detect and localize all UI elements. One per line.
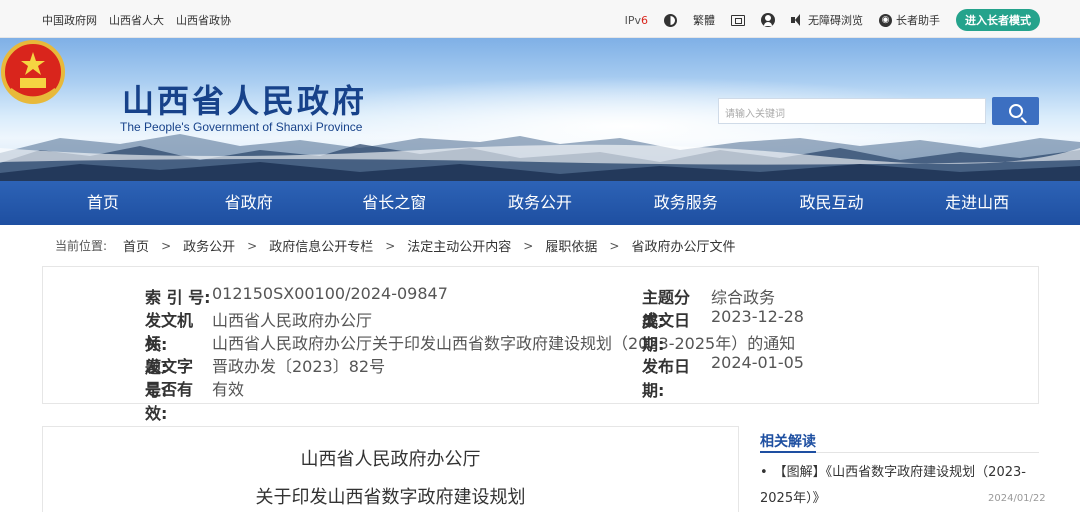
breadcrumb-item[interactable]: 首页 — [123, 236, 149, 255]
top-utility-bar: 中国政府网 山西省人大 山西省政协 IPv6 繁體 无障碍浏览 ◉ 长者助手 进… — [0, 0, 1080, 38]
accessibility-button[interactable]: 无障碍浏览 — [791, 12, 863, 28]
site-subtitle: The People's Government of Shanxi Provin… — [120, 120, 363, 134]
breadcrumb-separator: > — [523, 238, 534, 253]
ipv6-badge: IPv6 — [624, 13, 648, 27]
breadcrumb-item[interactable]: 履职依据 — [545, 236, 597, 255]
breadcrumb-separator: > — [385, 238, 396, 253]
topic-value: 综合政务 — [711, 288, 776, 307]
publish-date-value: 2024-01-05 — [711, 353, 804, 372]
link-gov-cn[interactable]: 中国政府网 — [42, 12, 97, 28]
validity-value: 有效 — [212, 380, 245, 399]
document-title-line2: 关于印发山西省数字政府建设规划 — [255, 487, 526, 508]
breadcrumb-separator: > — [247, 238, 258, 253]
site-title: 山西省人民政府 — [122, 82, 368, 120]
user-login-button[interactable] — [761, 13, 775, 27]
search-button[interactable] — [992, 97, 1039, 125]
breadcrumb-item[interactable]: 省政府办公厅文件 — [631, 236, 735, 255]
elder-mode-button[interactable]: 进入长者模式 — [956, 9, 1040, 31]
contrast-icon — [664, 13, 677, 27]
document-body: 山西省人民政府办公厅 关于印发山西省数字政府建设规划 — [42, 426, 739, 512]
related-item-title: 【图解】《山西省数字政府建设规划（2023-2025年）》 — [760, 465, 1026, 506]
nav-item-gov-services[interactable]: 政务服务 — [613, 181, 759, 225]
search-input[interactable]: 请输入关键词 — [718, 98, 986, 124]
breadcrumb-separator: > — [609, 238, 620, 253]
written-date-value: 2023-12-28 — [711, 307, 804, 326]
nav-item-home[interactable]: 首页 — [30, 181, 176, 225]
doc-number-value: 晋政办发〔2023〕82号 — [212, 357, 386, 376]
written-date-key: 成文日期: — [642, 311, 691, 354]
nav-item-provincial-gov[interactable]: 省政府 — [176, 181, 322, 225]
elder-helper-label: 长者助手 — [896, 14, 940, 27]
screen-mode-button[interactable] — [731, 14, 745, 26]
breadcrumb-item[interactable]: 政务公开 — [183, 236, 235, 255]
index-value: 012150SX00100/2024-09847 — [212, 284, 448, 303]
related-item-link[interactable]: • 【图解】《山西省数字政府建设规划（2023-2025年）》 — [760, 460, 1039, 512]
external-links: 中国政府网 山西省人大 山西省政协 — [42, 12, 231, 28]
document-title-line1: 山西省人民政府办公厅 — [300, 449, 481, 470]
related-divider — [760, 451, 1039, 453]
speaker-icon — [791, 14, 804, 26]
breadcrumb-item[interactable]: 政府信息公开专栏 — [269, 236, 373, 255]
search-icon — [1008, 104, 1023, 118]
validity-key: 是否有效: — [145, 380, 194, 423]
contrast-toggle[interactable] — [664, 13, 677, 27]
elder-helper-button[interactable]: ◉ 长者助手 — [879, 12, 940, 28]
link-npc-shanxi[interactable]: 山西省人大 — [109, 12, 164, 28]
breadcrumb-label: 当前位置: — [55, 239, 108, 253]
issuer-value: 山西省人民政府办公厅 — [212, 311, 373, 330]
breadcrumb-item[interactable]: 法定主动公开内容 — [407, 236, 511, 255]
nav-item-interaction[interactable]: 政民互动 — [759, 181, 905, 225]
nav-item-gov-affairs-open[interactable]: 政务公开 — [467, 181, 613, 225]
publish-date-key: 发布日期: — [642, 357, 691, 400]
user-icon — [761, 13, 775, 27]
document-metadata: 索 引 号: 012150SX00100/2024-09847 发文机关: 山西… — [42, 266, 1039, 423]
elder-icon: ◉ — [879, 13, 892, 27]
nav-item-governor[interactable]: 省长之窗 — [321, 181, 467, 225]
nav-item-about-shanxi[interactable]: 走进山西 — [904, 181, 1050, 225]
main-nav: 首页 省政府 省长之窗 政务公开 政务服务 政民互动 走进山西 — [0, 181, 1080, 225]
screen-icon — [731, 14, 745, 26]
toolbar: IPv6 繁體 无障碍浏览 ◉ 长者助手 进入长者模式 — [625, 9, 1040, 31]
related-heading: 相关解读 — [760, 434, 816, 450]
breadcrumb-separator: > — [161, 238, 172, 253]
traditional-chinese-link[interactable]: 繁體 — [693, 12, 715, 28]
header-banner: 山西省人民政府 The People's Government of Shanx… — [0, 38, 1080, 181]
accessibility-label: 无障碍浏览 — [808, 14, 863, 27]
breadcrumb: 当前位置: 首页 > 政务公开 > 政府信息公开专栏 > 法定主动公开内容 > … — [55, 236, 735, 256]
link-cppcc-shanxi[interactable]: 山西省政协 — [176, 12, 231, 28]
national-emblem-icon — [1, 40, 65, 104]
related-item-date: 2024/01/22 — [988, 493, 1046, 504]
bullet-icon: • — [760, 465, 768, 480]
index-key: 索 引 号: — [145, 288, 211, 307]
